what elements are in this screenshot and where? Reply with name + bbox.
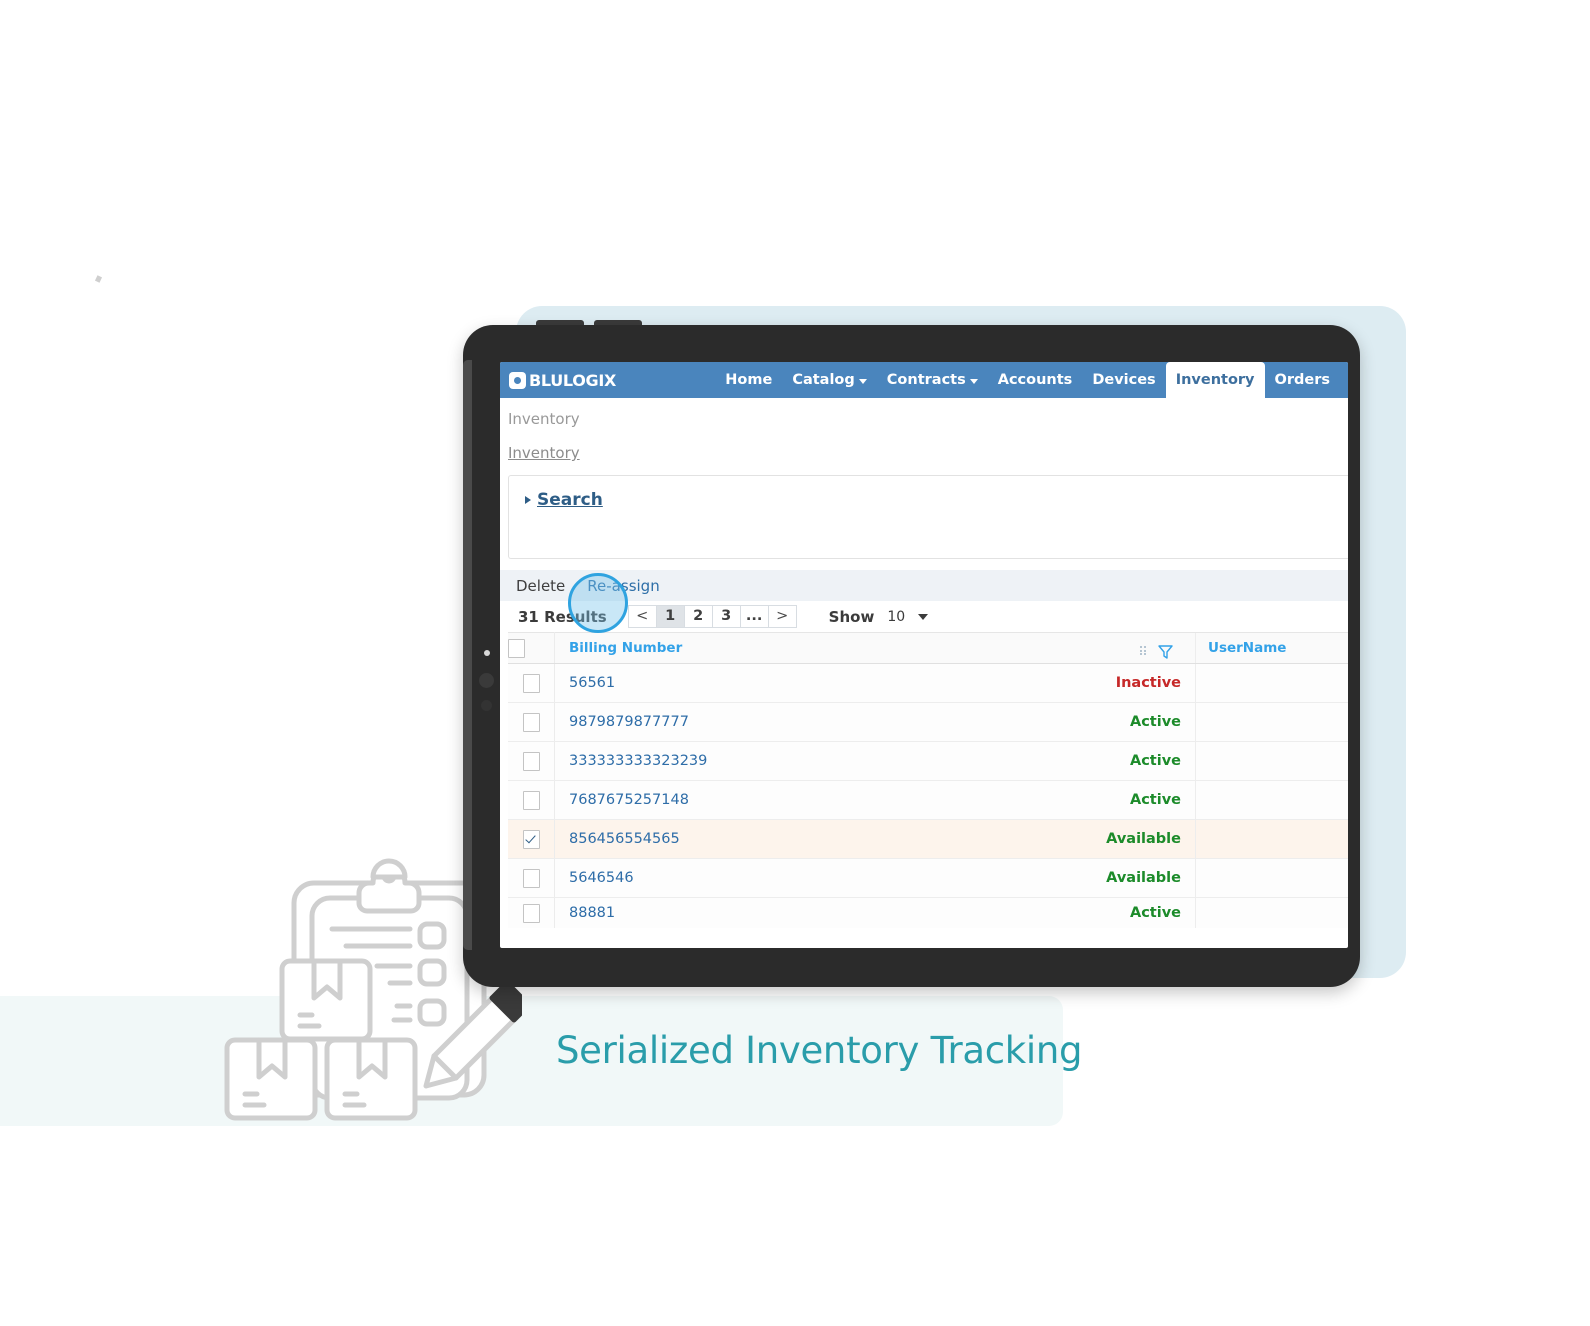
- table-body: 56561 Inactive 9879879877777 Active 3333…: [508, 663, 1348, 928]
- table-row-selected[interactable]: 856456554565 Available: [508, 819, 1348, 859]
- cell-billing-number[interactable]: 7687675257148: [555, 792, 689, 808]
- header-status: [985, 632, 1196, 664]
- triangle-right-icon: [525, 496, 531, 504]
- status-badge: Inactive: [1115, 675, 1181, 691]
- tablet-left-edge: [463, 360, 472, 950]
- delete-button[interactable]: Delete: [516, 577, 565, 595]
- pagination-bar: 31 Results < 1 2 3 ... > Show 10: [500, 601, 1348, 632]
- nav-item-home[interactable]: Home: [715, 362, 782, 398]
- cell-billing-number[interactable]: 56561: [555, 675, 615, 691]
- chevron-down-icon: [918, 613, 929, 620]
- header-select-all[interactable]: [508, 632, 555, 664]
- select-all-checkbox[interactable]: [508, 638, 525, 658]
- table-row[interactable]: 5646546 Available: [508, 858, 1348, 898]
- status-badge: Active: [1129, 753, 1181, 769]
- pager-page-2[interactable]: 2: [683, 605, 713, 628]
- status-badge: Active: [1129, 905, 1181, 921]
- tablet-camera: [484, 650, 490, 656]
- nav-item-accounts[interactable]: Accounts: [988, 362, 1083, 398]
- cell-billing-number[interactable]: 88881: [555, 905, 615, 921]
- action-toolbar: Delete Re-assign: [500, 570, 1348, 601]
- pager-next[interactable]: >: [767, 605, 797, 628]
- nav-item-devices-label: Devices: [1092, 372, 1156, 388]
- table-row[interactable]: 7687675257148 Active: [508, 780, 1348, 820]
- tablet-sensor-large: [479, 673, 494, 688]
- nav-item-devices[interactable]: Devices: [1082, 362, 1165, 398]
- inventory-table: Billing Number UserName 56561 Inactive 9…: [508, 632, 1348, 928]
- row-checkbox[interactable]: [522, 751, 540, 771]
- nav-item-home-label: Home: [725, 372, 773, 388]
- header-billing-number[interactable]: Billing Number: [554, 632, 985, 664]
- nav-item-inventory-label: Inventory: [1175, 372, 1255, 388]
- re-assign-button[interactable]: Re-assign: [587, 577, 659, 595]
- tablet-screen: BLULOGIX Home Catalog Contracts Accounts…: [500, 362, 1348, 948]
- cell-billing-number[interactable]: 856456554565: [555, 831, 680, 847]
- show-per-page-value: 10: [887, 608, 906, 625]
- nav-item-contracts-label: Contracts: [886, 372, 966, 388]
- brand-logo[interactable]: BLULOGIX: [500, 362, 616, 398]
- nav-item-catalog-label: Catalog: [792, 372, 855, 388]
- header-tools: [1140, 644, 1173, 659]
- search-label: Search: [537, 490, 603, 510]
- row-checkbox[interactable]: [522, 903, 540, 923]
- pager-ellipsis[interactable]: ...: [739, 605, 769, 628]
- header-username[interactable]: UserName: [1195, 632, 1348, 664]
- cell-billing-number[interactable]: 333333333323239: [555, 753, 707, 769]
- row-checkbox-checked[interactable]: [522, 829, 540, 849]
- pager: < 1 2 3 ... >: [627, 605, 797, 628]
- chevron-down-icon: [969, 379, 978, 384]
- top-navbar: BLULOGIX Home Catalog Contracts Accounts…: [500, 362, 1348, 398]
- show-label: Show: [828, 607, 875, 626]
- nav-item-orders-label: Orders: [1274, 372, 1330, 388]
- status-badge: Active: [1129, 792, 1181, 808]
- blulogix-mark-icon: [509, 371, 526, 389]
- decorative-tick: [94, 275, 103, 283]
- page-title: Inventory: [508, 410, 580, 428]
- nav-items: Home Catalog Contracts Accounts Devices …: [715, 362, 1348, 398]
- search-panel: Search: [508, 475, 1348, 559]
- nav-item-orders[interactable]: Orders: [1265, 362, 1348, 398]
- row-checkbox[interactable]: [522, 673, 540, 693]
- status-badge: Available: [1106, 831, 1181, 847]
- nav-item-catalog[interactable]: Catalog: [782, 362, 876, 398]
- chevron-down-icon: [858, 379, 867, 384]
- table-row[interactable]: 9879879877777 Active: [508, 702, 1348, 742]
- show-per-page-select[interactable]: 10: [883, 607, 932, 627]
- breadcrumb-link-inventory[interactable]: Inventory: [508, 444, 580, 462]
- pager-page-3[interactable]: 3: [711, 605, 741, 628]
- header-billing-number-label: Billing Number: [569, 640, 683, 656]
- cell-billing-number[interactable]: 5646546: [555, 870, 634, 886]
- pager-prev[interactable]: <: [627, 605, 657, 628]
- nav-item-accounts-label: Accounts: [997, 372, 1073, 388]
- results-count: 31 Results: [518, 607, 607, 626]
- cell-billing-number[interactable]: 9879879877777: [555, 714, 689, 730]
- filter-funnel-icon[interactable]: [1158, 644, 1173, 659]
- brand-name: BLULOGIX: [529, 370, 617, 390]
- table-row[interactable]: 88881 Active: [508, 897, 1348, 928]
- drag-handle-icon[interactable]: [1140, 646, 1147, 657]
- table-header-row: Billing Number UserName: [508, 632, 1348, 664]
- search-toggle[interactable]: Search: [509, 476, 613, 510]
- nav-item-contracts[interactable]: Contracts: [877, 362, 988, 398]
- nav-item-inventory[interactable]: Inventory: [1165, 362, 1265, 398]
- status-badge: Active: [1129, 714, 1181, 730]
- pager-page-1[interactable]: 1: [655, 605, 685, 628]
- table-row[interactable]: 333333333323239 Active: [508, 741, 1348, 781]
- show-per-page-group: Show 10: [829, 607, 932, 627]
- header-username-label: UserName: [1208, 640, 1287, 656]
- row-checkbox[interactable]: [522, 868, 540, 888]
- row-checkbox[interactable]: [522, 790, 540, 810]
- tablet-sensor-small: [481, 700, 492, 711]
- page-caption: Serialized Inventory Tracking: [556, 1029, 1083, 1072]
- breadcrumb: Inventory Inventory: [500, 398, 1348, 463]
- table-head: Billing Number UserName: [508, 632, 1348, 664]
- row-checkbox[interactable]: [522, 712, 540, 732]
- table-row[interactable]: 56561 Inactive: [508, 663, 1348, 703]
- status-badge: Available: [1106, 870, 1181, 886]
